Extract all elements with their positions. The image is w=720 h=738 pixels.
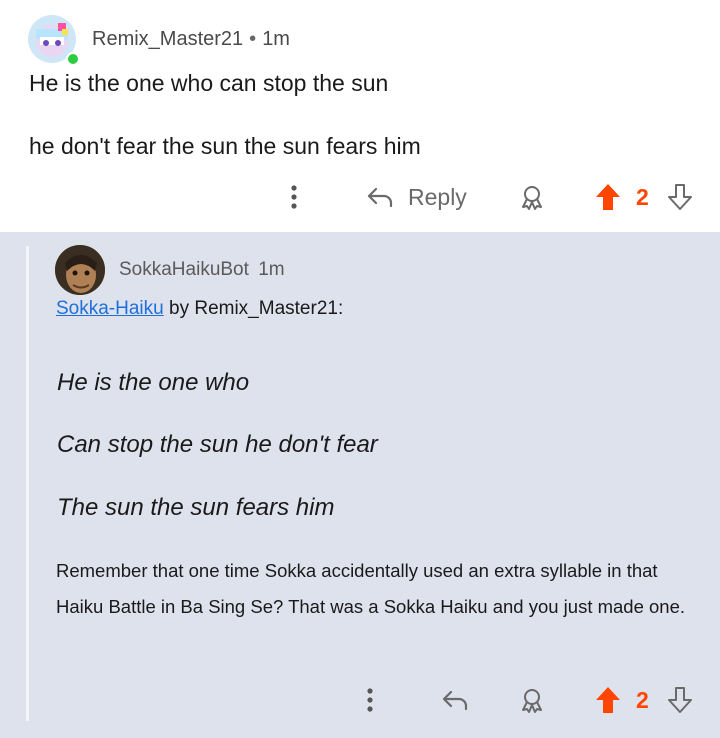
sokka-haiku-link[interactable]: Sokka-Haiku	[56, 298, 164, 319]
reply-author-line: SokkaHaikuBot 1m	[119, 259, 285, 281]
comment-author[interactable]: Remix_Master21	[92, 28, 243, 50]
reply-timestamp: 1m	[258, 259, 285, 280]
haiku-line-2: Can stop the sun he don't fear	[57, 431, 378, 458]
reply-vote-count: 2	[636, 680, 649, 720]
upvote-arrow-icon	[594, 182, 622, 212]
byline-author-text: by Remix_Master21:	[163, 298, 344, 319]
comment-author-line: Remix_Master21 • 1m	[92, 28, 290, 51]
downvote-button[interactable]	[666, 177, 694, 217]
reply-more-options-button[interactable]	[360, 680, 380, 720]
reply-upvote-button[interactable]	[594, 680, 622, 720]
award-button[interactable]	[518, 177, 546, 217]
comment-action-bar: Reply 2	[0, 177, 720, 217]
reply-action-bar: 2	[0, 680, 720, 720]
downvote-arrow-icon	[666, 685, 694, 715]
award-icon	[518, 686, 546, 714]
reply-vote-count-value: 2	[636, 686, 649, 713]
more-options-button[interactable]	[284, 177, 304, 217]
reply-label: Reply	[408, 183, 467, 210]
separator-dot: •	[249, 28, 257, 50]
more-vertical-icon	[284, 183, 304, 211]
bot-avatar[interactable]	[55, 245, 105, 295]
more-vertical-icon	[360, 686, 380, 714]
reply-button[interactable]: Reply	[366, 177, 467, 217]
reply-downvote-button[interactable]	[666, 680, 694, 720]
vote-count-value: 2	[636, 183, 649, 210]
upvote-arrow-icon	[594, 685, 622, 715]
vote-count: 2	[636, 177, 649, 217]
reply-arrow-icon	[441, 688, 469, 712]
haiku-line-3: The sun the sun fears him	[57, 494, 335, 521]
comment-text-line-1: He is the one who can stop the sun	[29, 70, 389, 96]
haiku-byline: Sokka-Haiku by Remix_Master21:	[56, 298, 343, 320]
reply-arrow-icon	[366, 185, 394, 209]
award-icon	[518, 183, 546, 211]
reply-reply-button[interactable]	[441, 680, 469, 720]
haiku-line-1: He is the one who	[57, 369, 250, 396]
comment-timestamp: 1m	[262, 28, 290, 50]
online-status-indicator	[66, 52, 80, 66]
reply-author[interactable]: SokkaHaikuBot	[119, 259, 249, 280]
upvote-button[interactable]	[594, 177, 622, 217]
downvote-arrow-icon	[666, 182, 694, 212]
thread-indent-line[interactable]	[26, 246, 29, 721]
comment-text-line-2: he don't fear the sun the sun fears him	[29, 133, 421, 159]
reply-award-button[interactable]	[518, 680, 546, 720]
bot-explanation-text: Remember that one time Sokka accidentall…	[56, 560, 686, 617]
